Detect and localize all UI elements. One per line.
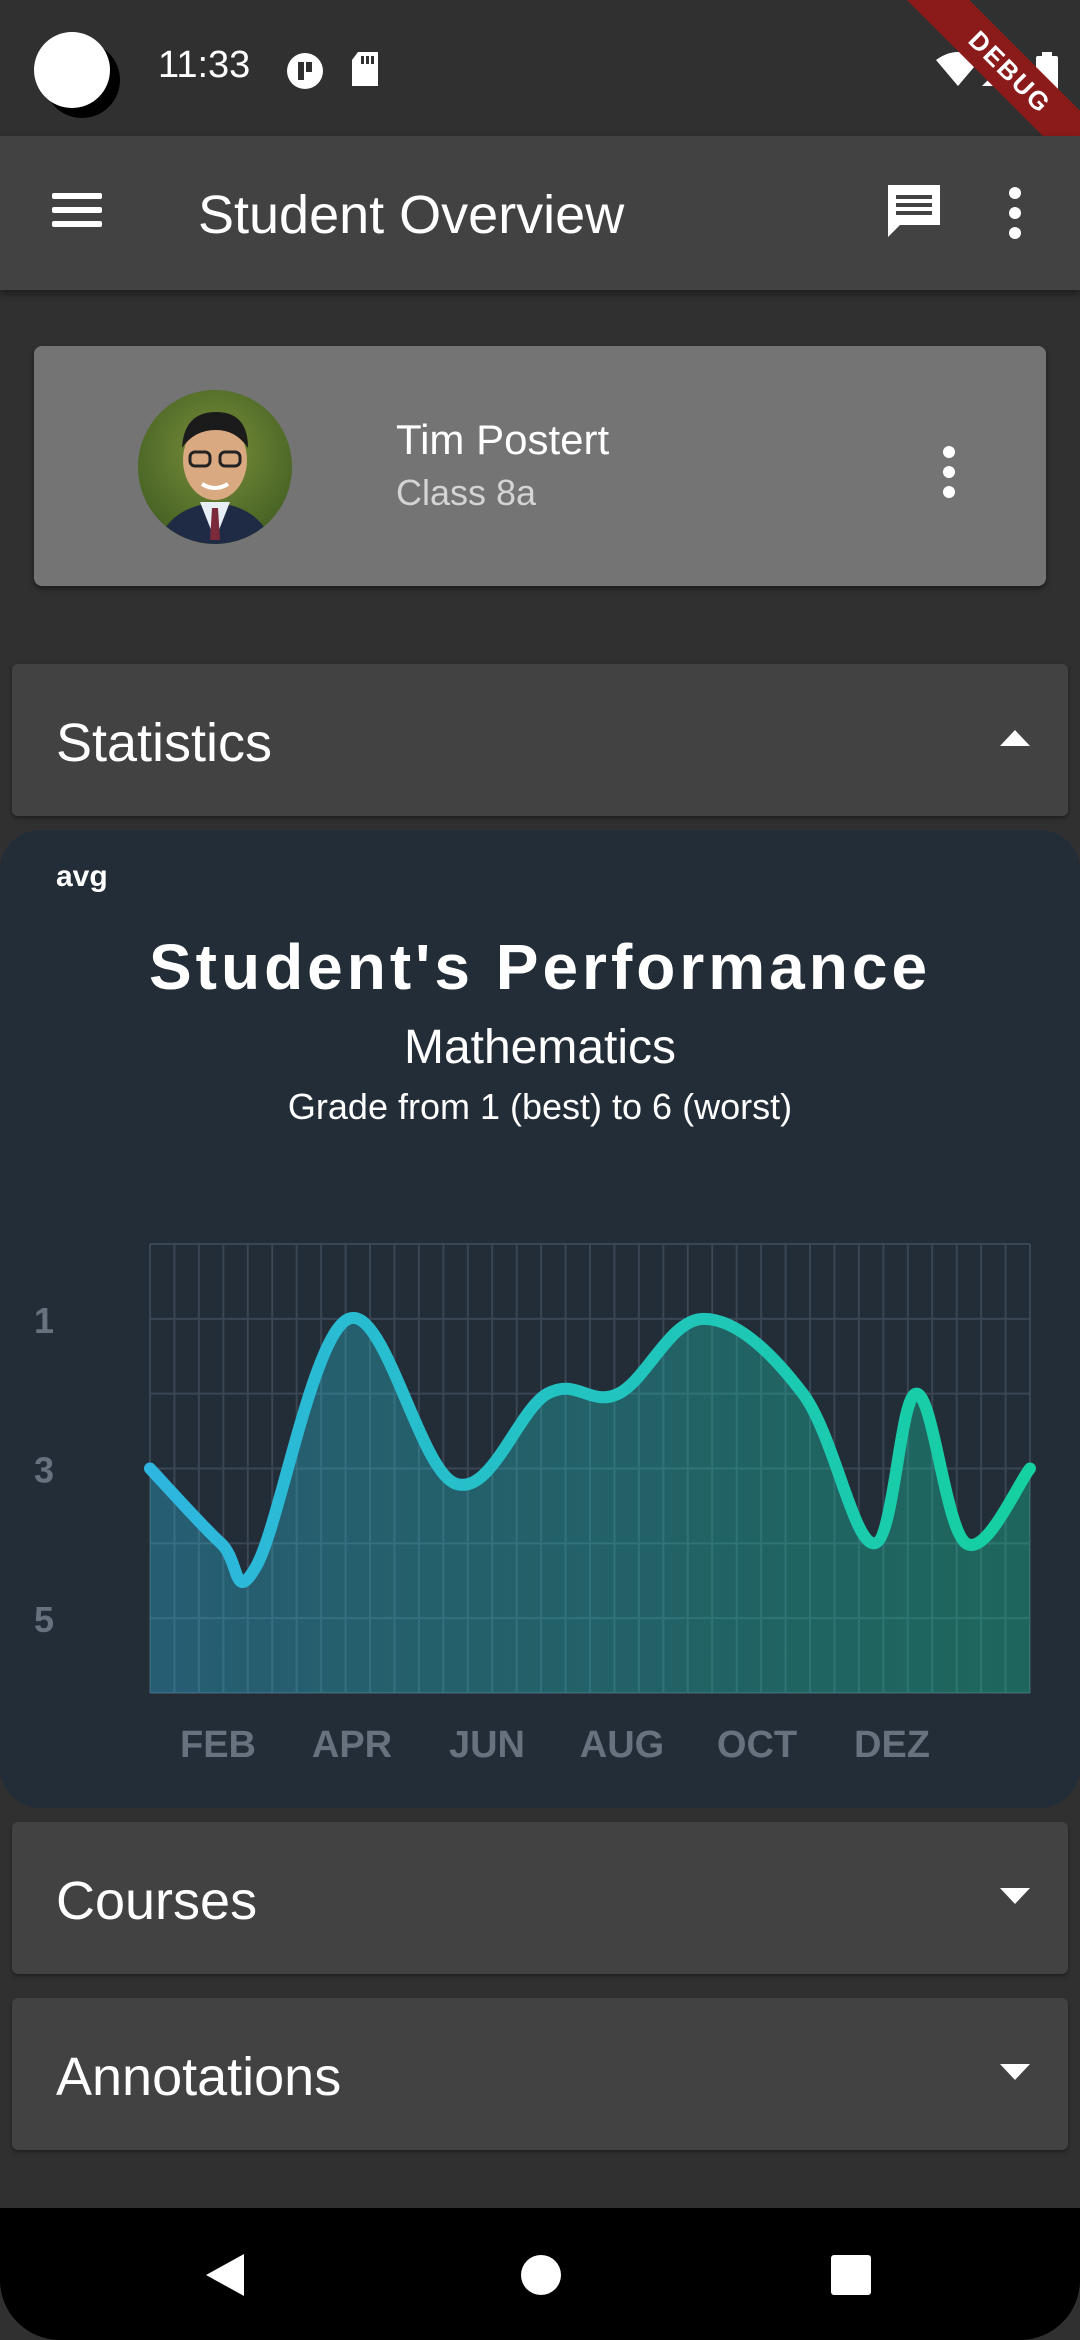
chevron-up-icon bbox=[1000, 730, 1030, 746]
back-icon[interactable] bbox=[204, 2252, 248, 2298]
annotations-panel-header[interactable]: Annotations bbox=[12, 1998, 1068, 2150]
courses-panel-header[interactable]: Courses bbox=[12, 1822, 1068, 1974]
hamburger-icon-line bbox=[52, 193, 102, 199]
y-tick-label: 3 bbox=[34, 1450, 54, 1491]
profile-more-icon[interactable] bbox=[934, 442, 964, 502]
hamburger-icon-line bbox=[52, 221, 102, 227]
recents-icon[interactable] bbox=[830, 2254, 872, 2296]
sd-card-icon bbox=[352, 52, 378, 86]
student-name: Tim Postert bbox=[396, 416, 610, 463]
page-title: Student Overview bbox=[198, 185, 625, 245]
y-tick-label: 1 bbox=[34, 1300, 54, 1341]
avatar bbox=[138, 390, 292, 544]
app-notification-icon bbox=[287, 53, 323, 89]
chat-icon[interactable] bbox=[884, 181, 944, 241]
phone-screen: 11:33 DEBUG Student Overview Tim Postert… bbox=[0, 0, 1080, 2340]
x-tick-label: APR bbox=[312, 1724, 392, 1766]
x-tick-label: JUN bbox=[449, 1724, 525, 1766]
statistics-panel-header[interactable]: Statistics bbox=[12, 664, 1068, 816]
more-options-icon[interactable] bbox=[1000, 181, 1030, 245]
student-profile-card[interactable]: Tim Postert Class 8a bbox=[34, 346, 1046, 586]
camera-cutout bbox=[34, 32, 110, 108]
performance-chart-card: avg Student's Performance Mathematics Gr… bbox=[0, 830, 1080, 1808]
statistics-label: Statistics bbox=[56, 713, 273, 773]
menu-button[interactable] bbox=[40, 181, 104, 245]
system-nav-bar bbox=[0, 2208, 1080, 2340]
chevron-down-icon bbox=[1000, 2064, 1030, 2080]
home-icon[interactable] bbox=[520, 2254, 562, 2296]
status-bar: 11:33 DEBUG bbox=[0, 0, 1080, 187]
y-tick-label: 5 bbox=[34, 1599, 54, 1640]
student-class: Class 8a bbox=[396, 472, 537, 513]
x-tick-label: OCT bbox=[717, 1724, 797, 1766]
x-tick-label: FEB bbox=[180, 1724, 256, 1766]
courses-label: Courses bbox=[56, 1871, 258, 1931]
x-tick-label: AUG bbox=[580, 1724, 664, 1766]
chevron-down-icon bbox=[1000, 1888, 1030, 1904]
x-tick-label: DEZ bbox=[854, 1724, 930, 1766]
annotations-label: Annotations bbox=[56, 2047, 342, 2107]
performance-chart: 1 3 5 FEB APR JUN AUG OCT DEZ bbox=[34, 1243, 1036, 1766]
hamburger-icon-line bbox=[52, 207, 102, 213]
status-time: 11:33 bbox=[158, 44, 251, 86]
app-bar: Student Overview bbox=[0, 136, 1080, 290]
